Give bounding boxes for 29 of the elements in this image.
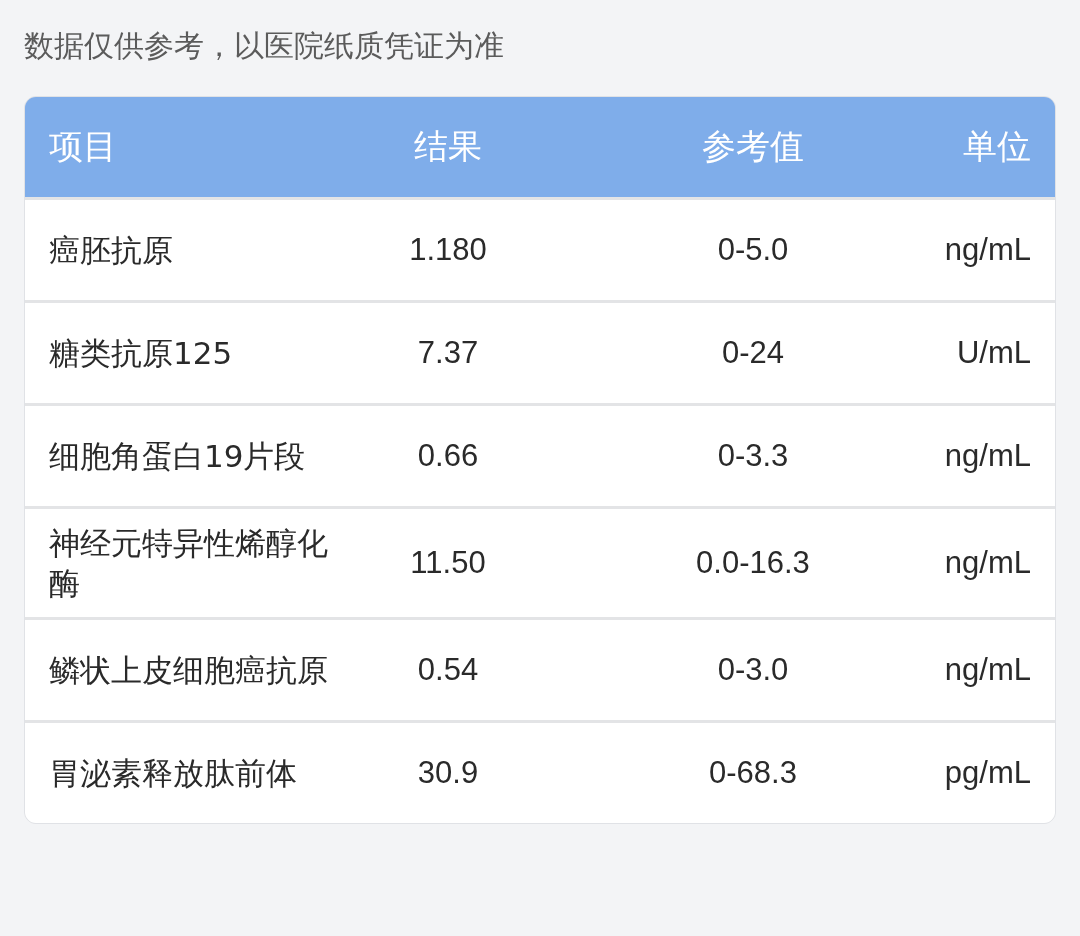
table-cell-text: 0-3.0 bbox=[716, 652, 790, 688]
table-cell-text: 0.66 bbox=[416, 438, 480, 474]
table-cell-text: 1.180 bbox=[408, 232, 488, 268]
table-cell-text: 神经元特异性烯醇化酶 bbox=[49, 524, 329, 603]
table-cell-text: 细胞角蛋白19片段 bbox=[49, 437, 307, 476]
table-cell-text: 鳞状上皮细胞癌抗原 bbox=[49, 651, 329, 690]
table-cell-text: 0-68.3 bbox=[708, 755, 798, 791]
column-header: 项目 bbox=[49, 125, 118, 168]
disclaimer-text: 数据仅供参考，以医院纸质凭证为准 bbox=[24, 27, 505, 65]
column-header: 参考值 bbox=[701, 125, 805, 168]
table-cell-text: 癌胚抗原 bbox=[49, 231, 174, 270]
table-cell: ng/mL bbox=[943, 232, 1031, 268]
table-cell-text: 11.50 bbox=[409, 545, 487, 581]
table-cell-text: 0-5.0 bbox=[716, 232, 790, 268]
table-cell-text: 0.0-16.3 bbox=[695, 545, 811, 581]
table-cell: ng/mL bbox=[943, 652, 1031, 688]
table-cell: ng/mL bbox=[943, 438, 1031, 474]
table-cell-text: 糖类抗原125 bbox=[49, 334, 234, 373]
table-cell-text: 0-3.3 bbox=[716, 438, 790, 474]
table-cell: pg/mL bbox=[943, 755, 1031, 791]
table-cell: ng/mL bbox=[943, 545, 1031, 581]
table-cell-text: 胃泌素释放肽前体 bbox=[49, 754, 298, 793]
table-cell-text: 0-24 bbox=[720, 335, 785, 371]
table-cell-text: 30.9 bbox=[416, 755, 480, 791]
table-cell-text: 0.54 bbox=[416, 652, 480, 688]
column-header: 结果 bbox=[413, 125, 483, 168]
table-cell-text: 7.37 bbox=[416, 335, 480, 371]
table-cell-text: U/mL bbox=[955, 335, 1031, 371]
column-header: 单位 bbox=[962, 125, 1031, 168]
